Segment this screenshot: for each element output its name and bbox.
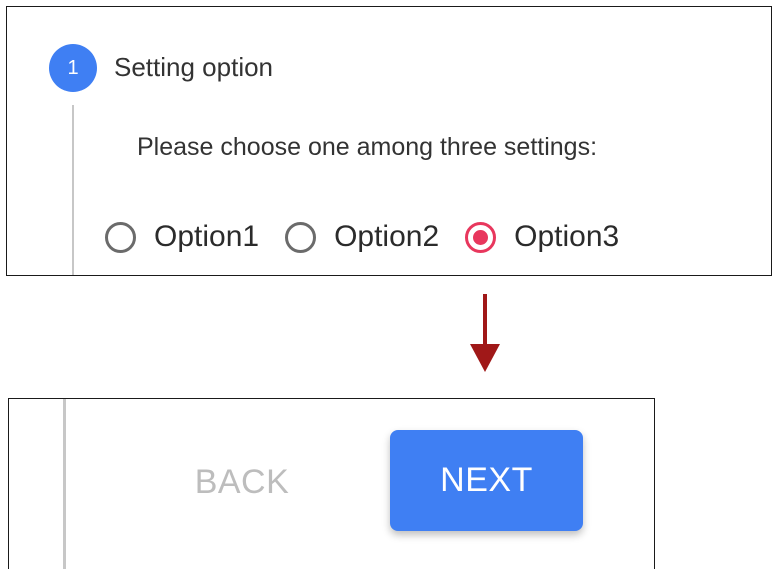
stepper-illustration: 1 Setting option Please choose one among… bbox=[0, 0, 774, 569]
settings-prompt: Please choose one among three settings: bbox=[137, 133, 598, 161]
radio-button-2[interactable] bbox=[285, 221, 317, 253]
radio-label-3: Option3 bbox=[514, 220, 620, 253]
radio-option-2[interactable]: Option2 bbox=[285, 220, 439, 254]
radio-label-1: Option1 bbox=[154, 220, 260, 253]
radio-button-3[interactable] bbox=[465, 221, 497, 253]
back-button[interactable]: BACK bbox=[159, 439, 325, 525]
radio-option-1[interactable]: Option1 bbox=[105, 220, 259, 254]
step-connector-line bbox=[63, 399, 66, 569]
radio-label-2: Option2 bbox=[334, 220, 440, 253]
next-button[interactable]: NEXT bbox=[390, 430, 583, 531]
step-actions-panel: BACK NEXT bbox=[8, 398, 655, 569]
step-title: Setting option bbox=[114, 52, 274, 82]
step-connector-line bbox=[72, 105, 74, 275]
step-number-badge: 1 bbox=[49, 44, 97, 92]
step-content-panel: 1 Setting option Please choose one among… bbox=[6, 6, 772, 276]
radio-selected-dot bbox=[473, 229, 489, 245]
radio-button-1[interactable] bbox=[105, 221, 136, 253]
radio-option-3[interactable]: Option3 bbox=[465, 220, 619, 254]
arrow-down-icon bbox=[470, 294, 500, 372]
radio-group: Option1 Option2 Option3 bbox=[105, 215, 645, 259]
